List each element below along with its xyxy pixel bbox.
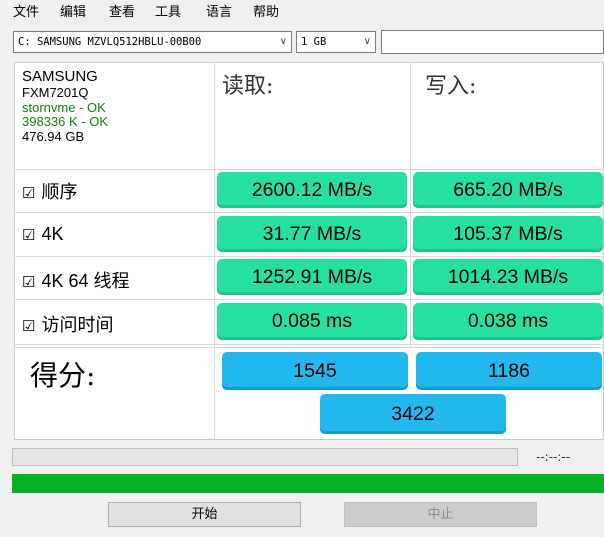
menu-tools[interactable]: 工具 bbox=[155, 4, 181, 22]
drive-select[interactable]: C: SAMSUNG MZVLQ512HBLU-00B00 ∨ bbox=[13, 31, 292, 53]
access-write-cell: 0.038 ms bbox=[413, 303, 603, 340]
row-4k64-label: ☑ 4K 64 线程 bbox=[22, 267, 130, 293]
drive-vendor: SAMSUNG bbox=[22, 68, 98, 85]
4k64-read-cell: 1252.91 MB/s bbox=[217, 259, 407, 295]
drive-capacity: 476.94 GB bbox=[22, 128, 85, 144]
drive-select-value: C: SAMSUNG MZVLQ512HBLU-00B00 bbox=[18, 36, 202, 48]
menu-help[interactable]: 帮助 bbox=[253, 4, 279, 22]
drive-alignment-status: 398336 K - OK bbox=[22, 114, 108, 129]
checkbox-access-time[interactable]: ☑ bbox=[22, 317, 35, 335]
row-access-time-label: ☑ 访问时间 bbox=[22, 311, 113, 337]
menu-view[interactable]: 查看 bbox=[109, 4, 135, 22]
seq-write-cell: 665.20 MB/s bbox=[413, 172, 603, 208]
size-select[interactable]: 1 GB ∨ bbox=[296, 31, 376, 53]
elapsed-time: --:--:-- bbox=[536, 450, 571, 464]
chevron-down-icon: ∨ bbox=[279, 36, 287, 47]
start-button[interactable]: 开始 bbox=[108, 502, 301, 527]
score-write: 1186 bbox=[416, 352, 602, 390]
seq-read-cell: 2600.12 MB/s bbox=[217, 172, 407, 208]
4k-read-cell: 31.77 MB/s bbox=[217, 216, 407, 252]
comment-input[interactable] bbox=[381, 30, 604, 54]
row-4k64-text: 4K 64 线程 bbox=[41, 271, 130, 291]
menu-language[interactable]: 语言 bbox=[206, 4, 232, 22]
row-sequential-label: ☑ 顺序 bbox=[22, 178, 77, 204]
score-read: 1545 bbox=[222, 352, 408, 390]
access-read-cell: 0.085 ms bbox=[217, 303, 407, 340]
row-sequential-text: 顺序 bbox=[41, 182, 78, 203]
drive-driver-status: stornvme - OK bbox=[22, 99, 106, 115]
chevron-down-icon: ∨ bbox=[363, 36, 371, 47]
menu-file[interactable]: 文件 bbox=[13, 4, 39, 22]
abort-button[interactable]: 中止 bbox=[344, 502, 537, 527]
drive-firmware: FXM7201Q bbox=[22, 85, 89, 100]
score-label: 得分: bbox=[30, 359, 96, 392]
menu-edit[interactable]: 编辑 bbox=[60, 4, 86, 22]
row-4k-text: 4K bbox=[41, 224, 64, 244]
score-total: 3422 bbox=[320, 394, 506, 434]
4k64-write-cell: 1014.23 MB/s bbox=[413, 259, 603, 295]
test-progress-bar bbox=[12, 448, 518, 466]
checkbox-4k64[interactable]: ☑ bbox=[22, 274, 35, 291]
checkbox-4k[interactable]: ☑ bbox=[22, 227, 35, 244]
read-header: 读取: bbox=[222, 74, 274, 99]
checkbox-sequential[interactable]: ☑ bbox=[22, 184, 35, 202]
row-access-time-text: 访问时间 bbox=[41, 315, 114, 336]
size-select-value: 1 GB bbox=[301, 36, 327, 48]
drive-info: SAMSUNG FXM7201Q stornvme - OK 398336 K … bbox=[22, 68, 212, 144]
4k-write-cell: 105.37 MB/s bbox=[413, 216, 603, 252]
overall-progress-bar bbox=[12, 474, 604, 493]
row-4k-label: ☑ 4K bbox=[22, 224, 63, 245]
write-header: 写入: bbox=[425, 74, 477, 99]
menu-bar: 文件 编辑 查看 工具 语言 帮助 bbox=[0, 0, 604, 26]
